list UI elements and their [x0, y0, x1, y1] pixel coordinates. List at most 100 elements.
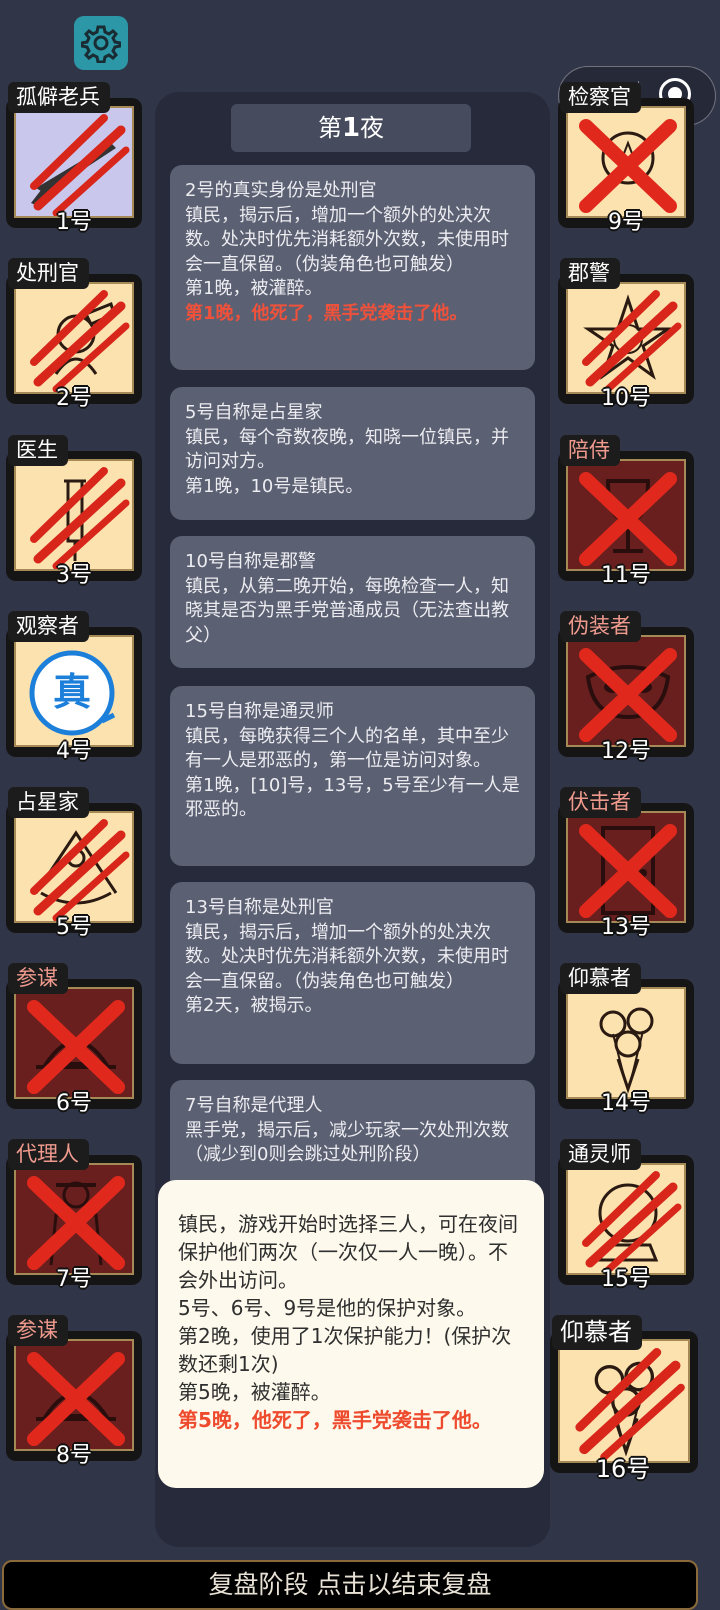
- seat-number: 13号: [601, 915, 651, 940]
- role-name-label: 代理人: [8, 1139, 89, 1170]
- player-seat[interactable]: 处刑官 2号: [4, 258, 144, 411]
- seat-number: 5号: [56, 915, 92, 940]
- role-detail-popup[interactable]: 镇民，游戏开始时选择三人，可在夜间保护他们两次（一次仅一人一晚）。不会外出访问。…: [158, 1180, 544, 1488]
- seat-number: 4号: [56, 739, 92, 764]
- seat-number: 16号: [595, 1455, 651, 1483]
- night-title: 第1夜: [231, 104, 471, 152]
- player-seat[interactable]: 郡警 10号: [556, 258, 696, 411]
- player-seat[interactable]: 伪装者 12号: [556, 611, 696, 764]
- log-line: 10号自称是郡警: [185, 551, 316, 572]
- mask-icon: [579, 648, 677, 742]
- role-name-label: 伏击者: [560, 787, 641, 818]
- hat-icon: [27, 1000, 125, 1094]
- role-artwork: [566, 987, 686, 1099]
- role-name-label: 处刑官: [8, 258, 89, 289]
- role-artwork: [14, 1339, 134, 1451]
- role-name-label: 仰慕者: [552, 1315, 642, 1350]
- role-name-label: 孤僻老兵: [8, 82, 110, 113]
- syringe-icon: [30, 467, 130, 569]
- role-name-label: 参谋: [8, 1315, 68, 1346]
- role-name-label: 医生: [8, 435, 68, 466]
- seat-number: 14号: [601, 1091, 651, 1116]
- crystal-ball-icon: [582, 1171, 682, 1273]
- seat-number: 10号: [601, 386, 651, 411]
- role-artwork: 真: [14, 635, 134, 747]
- log-card[interactable]: 15号自称是通灵师镇民，每晚获得三个人的名单，其中至少有一人是邪恶的，第一位是访…: [170, 686, 535, 866]
- seat-number: 11号: [601, 563, 651, 588]
- role-artwork: [558, 1339, 690, 1463]
- log-line: 7号自称是代理人: [185, 1095, 323, 1116]
- night-suffix: 夜: [360, 114, 385, 142]
- log-line: 第1晚，10号是镇民。: [185, 475, 364, 497]
- seat-number: 7号: [56, 1267, 92, 1292]
- sextant-icon: [30, 819, 130, 921]
- popup-line: 5号、6号、9号是他的保护对象。: [178, 1296, 477, 1320]
- seat-number: 1号: [56, 210, 92, 235]
- role-name-label: 通灵师: [560, 1139, 641, 1170]
- gear-icon: [81, 25, 121, 63]
- seat-number: 15号: [601, 1267, 651, 1292]
- role-artwork: [566, 459, 686, 571]
- role-artwork: [566, 635, 686, 747]
- log-line: 15号自称是通灵师: [185, 701, 334, 722]
- player-seat[interactable]: 医生 3号: [4, 435, 144, 588]
- role-artwork: [14, 282, 134, 394]
- role-artwork: [14, 1163, 134, 1275]
- end-review-button[interactable]: 复盘阶段 点击以结束复盘: [2, 1560, 698, 1610]
- log-line: 13号自称是处刑官: [185, 897, 334, 918]
- player-seat[interactable]: 真 观察者 4号: [4, 611, 144, 764]
- seat-number: 2号: [56, 386, 92, 411]
- settings-button[interactable]: [74, 16, 128, 70]
- roses-icon: [575, 1348, 685, 1461]
- role-name-label: 仰慕者: [560, 963, 641, 994]
- end-review-label: 复盘阶段 点击以结束复盘: [208, 1570, 492, 1599]
- death-line: 第1晚，他死了，黑手党袭击了他。: [185, 302, 468, 324]
- popup-line: 第5晚，被灌醉。: [178, 1380, 331, 1404]
- sheriff-star-icon: [582, 290, 682, 392]
- seat-number: 9号: [608, 210, 644, 235]
- log-line: 镇民，从第二晚开始，每晚检查一人，知晓其是否为黑手党普通成员（无法查出教父）: [185, 575, 509, 646]
- player-seat[interactable]: 仰慕者 16号: [548, 1315, 698, 1483]
- role-artwork: [14, 459, 134, 571]
- player-seat[interactable]: 参谋 6号: [4, 963, 144, 1116]
- log-card[interactable]: 13号自称是处刑官 镇民，揭示后，增加一个额外的处决次数。处决时优先消耗额外次数，…: [170, 882, 535, 1064]
- player-seat[interactable]: 仰慕者 14号: [556, 963, 696, 1116]
- log-card[interactable]: 10号自称是郡警镇民，从第二晚开始，每晚检查一人，知晓其是否为黑手党普通成员（无…: [170, 536, 535, 668]
- log-card[interactable]: 5号自称是占星家镇民，每个奇数夜晚，知晓一位镇民，并访问对方。 第1晚，10号是镇…: [170, 387, 535, 520]
- role-artwork: [566, 811, 686, 923]
- log-line: 镇民，揭示后，增加一个额外的处决次数。处决时优先消耗额外次数，未使用时会一直保留…: [185, 204, 509, 275]
- role-name-label: 陪侍: [560, 435, 620, 466]
- night-number: 1: [341, 113, 361, 143]
- player-seat[interactable]: 参谋 8号: [4, 1315, 144, 1468]
- popup-line: 第2晚，使用了1次保护能力！(保护次数还剩1次): [178, 1324, 512, 1376]
- role-artwork: [566, 1163, 686, 1275]
- badge-icon: [579, 119, 677, 213]
- role-artwork: [14, 987, 134, 1099]
- player-seat[interactable]: 孤僻老兵 1号: [4, 82, 144, 235]
- player-seat[interactable]: 陪侍 11号: [556, 435, 696, 588]
- player-seat[interactable]: 占星家 5号: [4, 787, 144, 940]
- roses-icon: [599, 1007, 654, 1094]
- role-name-label: 观察者: [8, 611, 89, 642]
- role-name-label: 郡警: [560, 258, 620, 289]
- seat-number: 3号: [56, 563, 92, 588]
- rifle-icon: [30, 114, 130, 216]
- player-seat[interactable]: 检察官 9号: [556, 82, 696, 235]
- log-card[interactable]: 2号的真实身份是处刑官 镇民，揭示后，增加一个额外的处决次数。处决时优先消耗额外次…: [170, 165, 535, 370]
- seat-number: 8号: [56, 1443, 92, 1468]
- log-line: 第1晚，[10]号，13号，5号至少有一人是邪恶的。: [185, 774, 520, 821]
- player-seat[interactable]: 伏击者 13号: [556, 787, 696, 940]
- player-seat[interactable]: 通灵师 15号: [556, 1139, 696, 1292]
- player-seat[interactable]: 代理人 7号: [4, 1139, 144, 1292]
- agent-icon: [27, 1176, 125, 1270]
- log-line: 镇民，每个奇数夜晚，知晓一位镇民，并访问对方。: [185, 426, 509, 473]
- log-line: 镇民，每晚获得三个人的名单，其中至少有一人是邪恶的，第一位是访问对象。: [185, 725, 509, 772]
- door-icon: [579, 824, 677, 918]
- night-prefix: 第: [317, 114, 342, 142]
- popup-line: 镇民，游戏开始时选择三人，可在夜间保护他们两次（一次仅一人一晚）。不会外出访问。: [178, 1212, 518, 1292]
- truth-badge-label: 真: [52, 670, 91, 714]
- log-line: 5号自称是占星家: [185, 402, 323, 423]
- log-line: 第1晚，被灌醉。: [185, 278, 323, 299]
- role-name-label: 伪装者: [560, 611, 641, 642]
- role-name-label: 参谋: [8, 963, 68, 994]
